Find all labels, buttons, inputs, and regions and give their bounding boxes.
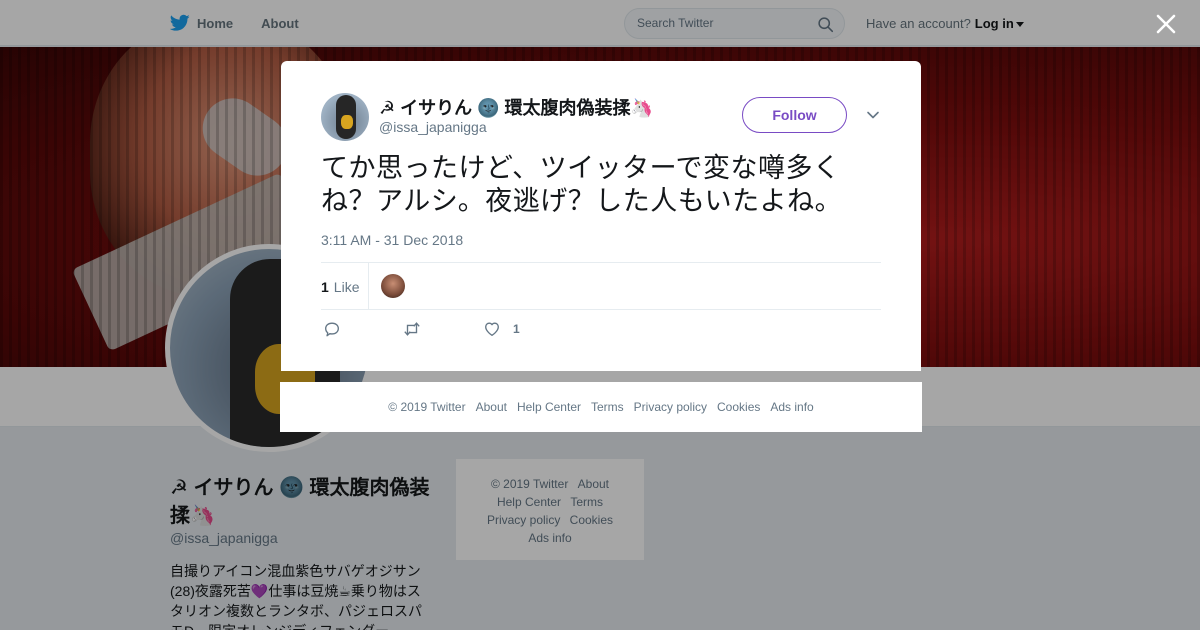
- likes-stat[interactable]: 1 Like: [321, 263, 369, 310]
- footer-copyright: © 2019 Twitter: [388, 400, 466, 414]
- close-icon[interactable]: [1154, 12, 1178, 36]
- footer-privacy-link[interactable]: Privacy policy: [634, 400, 707, 414]
- liker-avatar[interactable]: [381, 274, 405, 298]
- retweet-button[interactable]: [403, 320, 421, 338]
- like-button[interactable]: 1: [483, 320, 520, 338]
- reply-icon: [325, 322, 339, 337]
- tweet-author-avatar[interactable]: [321, 93, 369, 141]
- follow-button[interactable]: Follow: [742, 97, 847, 133]
- footer-about-link[interactable]: About: [476, 400, 507, 414]
- tweet-actions: 1: [321, 320, 881, 344]
- footer-help-link[interactable]: Help Center: [517, 400, 581, 414]
- footer-ads-link[interactable]: Ads info: [770, 400, 813, 414]
- footer-cookies-link[interactable]: Cookies: [717, 400, 760, 414]
- tweet-author-name[interactable]: ☭ イサりん 🌚 環太腹肉偽装揉🦄: [379, 94, 653, 120]
- like-action-count: 1: [513, 322, 520, 336]
- likes-count: 1: [321, 278, 329, 295]
- footer-terms-link[interactable]: Terms: [591, 400, 624, 414]
- tweet-modal: ☭ イサりん 🌚 環太腹肉偽装揉🦄 @issa_japanigga Follow…: [281, 61, 921, 371]
- modal-footer: © 2019 Twitter About Help Center Terms P…: [280, 382, 922, 432]
- heart-icon: [485, 322, 499, 336]
- chevron-down-icon[interactable]: [866, 108, 880, 122]
- tweet-text: てか思ったけど、ツイッターで変な噂多くね？アルシ。夜逃げ？した人もいたよね。: [321, 153, 843, 217]
- tweet-avatar-figure-detail: [341, 115, 353, 129]
- reply-button[interactable]: [323, 320, 341, 338]
- tweet-timestamp[interactable]: 3:11 AM - 31 Dec 2018: [321, 232, 463, 248]
- tweet-stats: 1 Like: [321, 262, 881, 310]
- tweet-author-handle[interactable]: @issa_japanigga: [379, 119, 487, 135]
- retweet-icon: [404, 322, 420, 336]
- likes-label: Like: [333, 278, 360, 295]
